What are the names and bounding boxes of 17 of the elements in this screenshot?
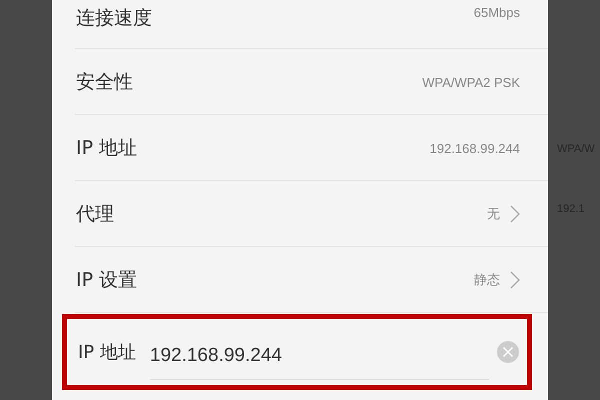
row-value: 静态	[474, 271, 500, 289]
row-label: IP 地址	[76, 136, 138, 161]
row-label: IP 设置	[76, 268, 138, 293]
row-label: 连接速度	[76, 6, 153, 31]
detail-row[interactable]: 代理 无	[52, 181, 548, 247]
clear-icon[interactable]	[497, 341, 519, 363]
chevron-icon	[510, 205, 520, 223]
ip-address-input[interactable]: 192.168.99.244	[150, 344, 489, 366]
row-value: WPA/WPA2 PSK	[422, 74, 520, 90]
field-label: IP 地址	[78, 341, 136, 364]
row-value: 无	[487, 205, 500, 223]
row-label: 代理	[76, 202, 115, 227]
row-value: 65Mbps	[474, 5, 520, 20]
detail-row[interactable]: IP 设置 静态	[52, 247, 548, 313]
row-label: 安全性	[76, 70, 134, 95]
chevron-icon	[510, 271, 520, 289]
row-value: 192.168.99.244	[430, 140, 520, 156]
